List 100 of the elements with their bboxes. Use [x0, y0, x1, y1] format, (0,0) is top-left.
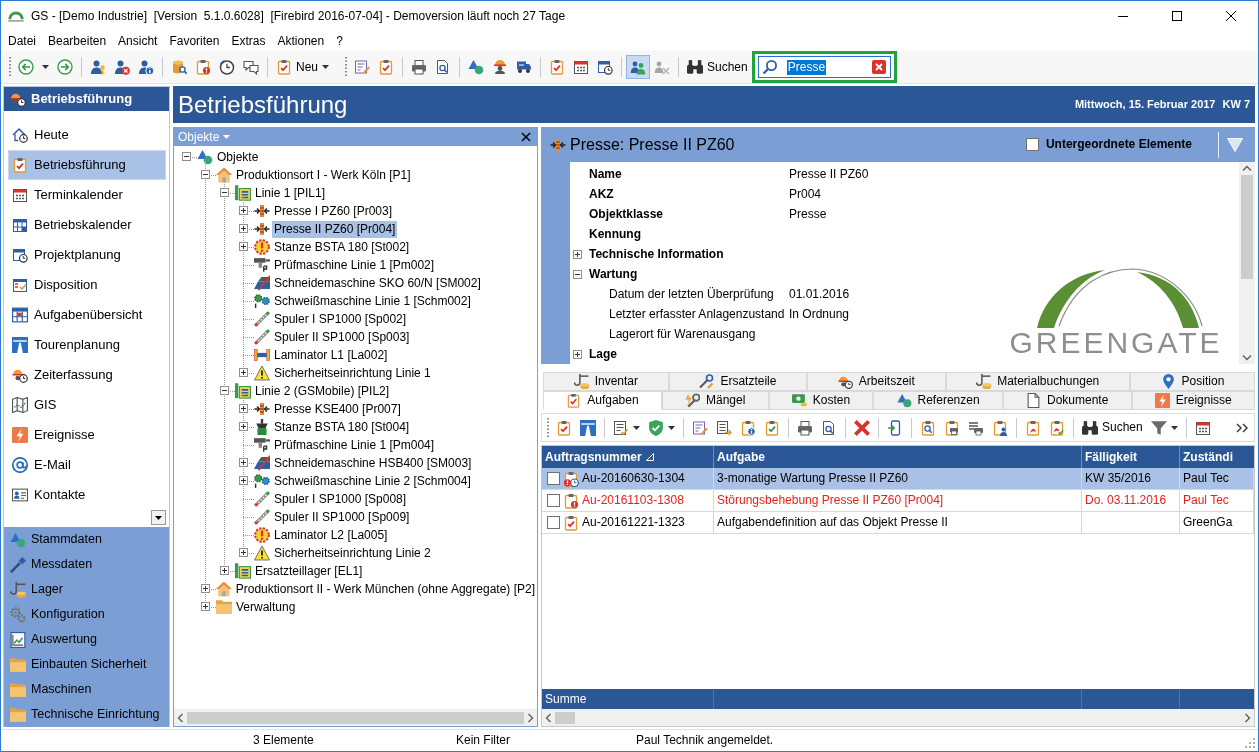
expand-icon[interactable] [239, 224, 248, 233]
menu-item[interactable]: Favoriten [163, 32, 226, 50]
tree-item[interactable]: Ersatzteillager [EL1] [253, 562, 365, 580]
scrollbar[interactable] [542, 709, 1254, 726]
expand-icon[interactable] [573, 349, 582, 359]
tree-item[interactable]: Stanze BSTA 180 [St002] [272, 238, 412, 256]
expand-icon[interactable] [201, 602, 210, 611]
scroll-thumb[interactable] [187, 711, 524, 724]
expand-icon[interactable] [239, 458, 248, 467]
expand-icon[interactable] [220, 566, 229, 575]
nav-item[interactable]: Terminkalender [8, 180, 166, 210]
collapse-icon[interactable] [220, 188, 229, 197]
tree-item[interactable]: Linie 1 [PIL1] [253, 184, 328, 202]
menu-item[interactable]: Aktionen [271, 32, 331, 50]
nav-group-item[interactable]: Konfiguration [8, 602, 169, 627]
scrollbar[interactable] [174, 709, 537, 726]
nav-item[interactable]: Tourenplanung [8, 330, 166, 360]
expand-icon[interactable] [201, 584, 210, 593]
checkbox[interactable] [547, 472, 560, 485]
tree-item[interactable]: Objekte [215, 148, 261, 166]
menu-item[interactable]: ? [330, 32, 349, 50]
tab[interactable]: Kosten [768, 391, 874, 410]
expand-icon[interactable] [239, 242, 248, 251]
tree-item[interactable]: Verwaltung [234, 598, 298, 616]
tree-item[interactable]: Schweißmaschine Linie 1 [Schm002] [272, 292, 473, 310]
nav-item[interactable]: Heute [8, 120, 166, 150]
tab[interactable]: Position [1129, 372, 1255, 391]
nav-group-item[interactable]: Auswertung [8, 627, 169, 652]
tree-item[interactable]: Sicherheitseinrichtung Linie 2 [272, 544, 433, 562]
nav-group-item[interactable]: Lager [8, 577, 169, 602]
menu-item[interactable]: Datei [2, 32, 42, 50]
tab[interactable]: Arbeitszeit [807, 372, 946, 391]
column-header[interactable]: Zuständi [1180, 446, 1254, 468]
nav-item[interactable]: GIS [8, 390, 166, 420]
nav-item[interactable]: Projektplanung [8, 240, 166, 270]
tree-item[interactable]: Presse II PZ60 [Pr004] [272, 220, 398, 238]
table-row[interactable]: Au-20160630-1304 3-monatige Wartung Presse II PZ60 KW 35/2016 Paul Tec [542, 468, 1254, 490]
expand-icon[interactable] [239, 476, 248, 485]
collapse-icon[interactable] [573, 269, 582, 279]
tab[interactable]: Dokumente [1002, 391, 1132, 410]
checkbox[interactable] [1025, 138, 1039, 151]
expand-icon[interactable] [239, 368, 248, 377]
nav-group-item[interactable]: Messdaten [8, 552, 169, 577]
toggle-button[interactable] [626, 55, 650, 79]
tree-item[interactable]: Prüfmaschine Linie 1 [Pm002] [272, 256, 437, 274]
tab[interactable]: Materialbuchungen [945, 372, 1130, 391]
tree-item[interactable]: Spuler I SP1000 [Sp002] [272, 310, 409, 328]
search-button[interactable]: Suchen [1078, 415, 1147, 440]
table-row[interactable]: Au-20161221-1323 Aufgabendefinition auf das Objekt Presse II GreenGa [542, 512, 1254, 534]
collapse-icon[interactable] [220, 386, 229, 395]
tree-item[interactable]: Laminator L1 [La002] [272, 346, 390, 364]
nav-group-item[interactable]: Technische Einrichtung [8, 702, 169, 727]
tree-item[interactable]: Spuler II SP1000 [Sp003] [272, 328, 412, 346]
clear-icon[interactable] [871, 60, 886, 74]
nav-item[interactable]: Betriebsführung [8, 150, 166, 180]
expand-icon[interactable] [239, 422, 248, 431]
scrollbar[interactable] [1239, 162, 1255, 364]
nav-group-item[interactable]: Einbauten Sicherheit [8, 652, 169, 677]
tree-item[interactable]: Sicherheitseinrichtung Linie 1 [272, 364, 433, 382]
nav-item[interactable]: Betriebskalender [8, 210, 166, 240]
expand-icon[interactable] [239, 206, 248, 215]
tab[interactable]: Mängel [661, 391, 769, 410]
nav-item[interactable]: Zeiterfassung [8, 360, 166, 390]
tab[interactable]: Ersatzteile [668, 372, 808, 391]
nav-item[interactable]: E-Mail [8, 450, 166, 480]
scroll-down-button[interactable] [151, 510, 166, 525]
menu-item[interactable]: Bearbeiten [42, 32, 113, 50]
tree-item[interactable]: Produktionsort II - Werk München (ohne Aggregate) [P2] [233, 580, 537, 598]
menu-item[interactable]: Ansicht [112, 32, 164, 50]
tree-item[interactable]: Presse KSE400 [Pr007] [272, 400, 403, 418]
expand-icon[interactable] [239, 404, 248, 413]
nav-group-item[interactable]: Maschinen [8, 677, 169, 702]
nav-item[interactable]: Disposition [8, 270, 166, 300]
tab[interactable]: Aufgaben [543, 391, 662, 410]
tree-item[interactable]: Schweißmaschine Linie 2 [Schm004] [272, 472, 473, 490]
nav-item[interactable]: Aufgabenübersicht [8, 300, 166, 330]
tree-item[interactable]: Schneidemaschine HSB400 [SM003] [272, 454, 474, 472]
close-button[interactable] [521, 132, 531, 142]
scroll-thumb[interactable] [555, 711, 575, 724]
tab[interactable]: Inventar [543, 372, 669, 391]
checkbox[interactable] [547, 494, 560, 507]
nav-item[interactable]: Kontakte [8, 480, 166, 510]
expand-icon[interactable] [239, 548, 248, 557]
tree-item[interactable]: Spuler II SP1000 [Sp009] [272, 508, 412, 526]
table-row[interactable]: Au-20161103-1308 Störungsbehebung Presse II PZ60 [Pr004] Do. 03.11.2016 Paul Tec [542, 490, 1254, 512]
tree-item[interactable]: Presse I PZ60 [Pr003] [272, 202, 395, 220]
nav-group-item[interactable]: Stammdaten [8, 527, 169, 552]
collapse-icon[interactable] [182, 152, 191, 161]
menu-item[interactable]: Extras [225, 32, 272, 50]
search-button[interactable]: Suchen [683, 55, 752, 79]
tree-item[interactable]: Prüfmaschine Linie 1 [Pm004] [272, 436, 437, 454]
tree-item[interactable]: Spuler I SP1000 [Sp008] [272, 490, 409, 508]
tree-item[interactable]: Stanze BSTA 180 [St004] [272, 418, 412, 436]
tree-item[interactable]: Laminator L2 [La005] [272, 526, 390, 544]
collapse-icon[interactable] [201, 170, 210, 179]
tab[interactable]: Referenzen [873, 391, 1003, 410]
tree-item[interactable]: Schneidemaschine SKO 60/N [SM002] [272, 274, 483, 292]
new-button[interactable]: Neu [272, 55, 333, 79]
nav-item[interactable]: Ereignisse [8, 420, 166, 450]
tree-item[interactable]: Linie 2 (GSMobile) [PIL2] [253, 382, 392, 400]
